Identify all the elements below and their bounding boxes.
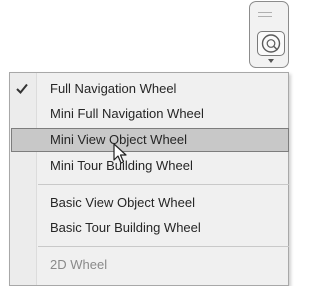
menu-item-label: Mini Full Navigation Wheel — [50, 106, 204, 121]
navigation-bar — [249, 1, 289, 68]
menu-item-label: Full Navigation Wheel — [50, 81, 177, 96]
menu-item-mini-full-navigation-wheel[interactable]: Mini Full Navigation Wheel — [11, 102, 289, 126]
chevron-down-icon[interactable] — [268, 59, 274, 63]
menu-item-label: Basic View Object Wheel — [50, 195, 195, 210]
menu-separator — [38, 184, 289, 185]
menu-item-mini-tour-building-wheel[interactable]: Mini Tour Building Wheel — [11, 154, 289, 178]
menu-item-mini-view-object-wheel[interactable]: Mini View Object Wheel — [11, 128, 289, 152]
mouse-cursor-icon — [113, 143, 127, 164]
menu-item-basic-view-object-wheel[interactable]: Basic View Object Wheel — [11, 191, 289, 215]
menu-item-label: 2D Wheel — [50, 257, 108, 272]
menu-item-label: Basic Tour Building Wheel — [50, 220, 201, 235]
menu-separator — [38, 246, 289, 247]
navigation-wheel-menu: Full Navigation Wheel Mini Full Navigati… — [9, 72, 289, 286]
checkmark-icon — [16, 83, 28, 94]
navigation-wheel-icon — [261, 34, 281, 53]
menu-item-basic-tour-building-wheel[interactable]: Basic Tour Building Wheel — [11, 216, 289, 240]
menu-item-full-navigation-wheel[interactable]: Full Navigation Wheel — [11, 77, 289, 101]
grip-handle[interactable] — [258, 12, 272, 17]
menu-item-2d-wheel: 2D Wheel — [11, 253, 289, 277]
navigation-wheel-button[interactable] — [257, 31, 285, 56]
